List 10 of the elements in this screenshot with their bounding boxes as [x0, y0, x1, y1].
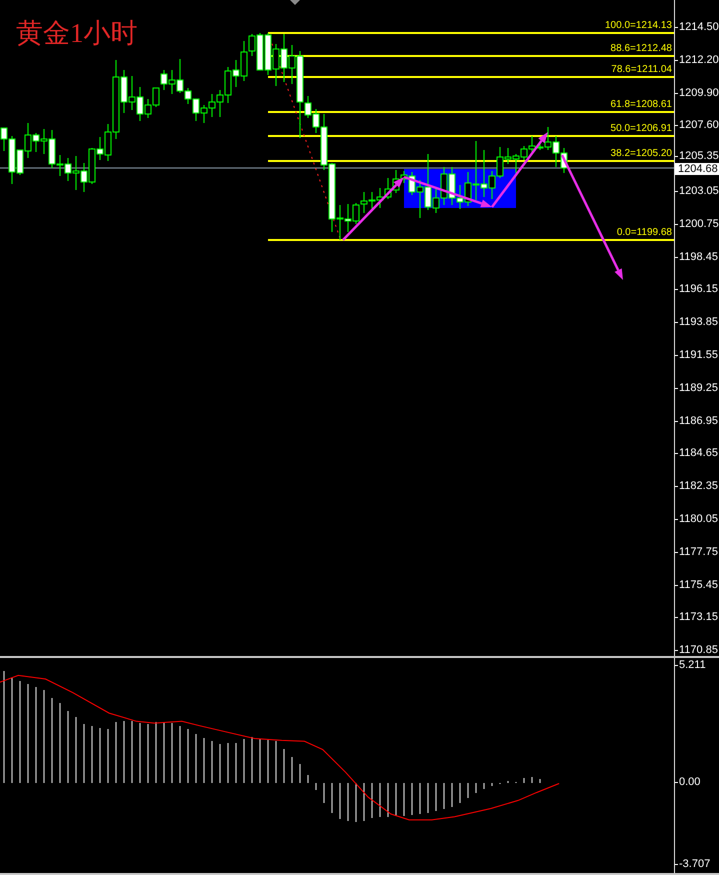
- fib-level-label: 88.6=1212.48: [610, 44, 672, 54]
- current-price-label: 1204.68: [675, 163, 719, 175]
- fib-level-label: 50.0=1206.91: [610, 124, 672, 134]
- scroll-marker-icon: [290, 0, 300, 5]
- chart-title: 黄金1小时: [16, 17, 138, 50]
- fib-level-label: 0.0=1199.68: [616, 228, 672, 238]
- fib-level-label: 100.0=1214.13: [604, 21, 672, 31]
- fib-level-label: 61.8=1208.61: [610, 100, 672, 110]
- fib-level-label: 78.6=1211.04: [611, 65, 672, 75]
- fib-level-label: 38.2=1205.20: [610, 149, 672, 159]
